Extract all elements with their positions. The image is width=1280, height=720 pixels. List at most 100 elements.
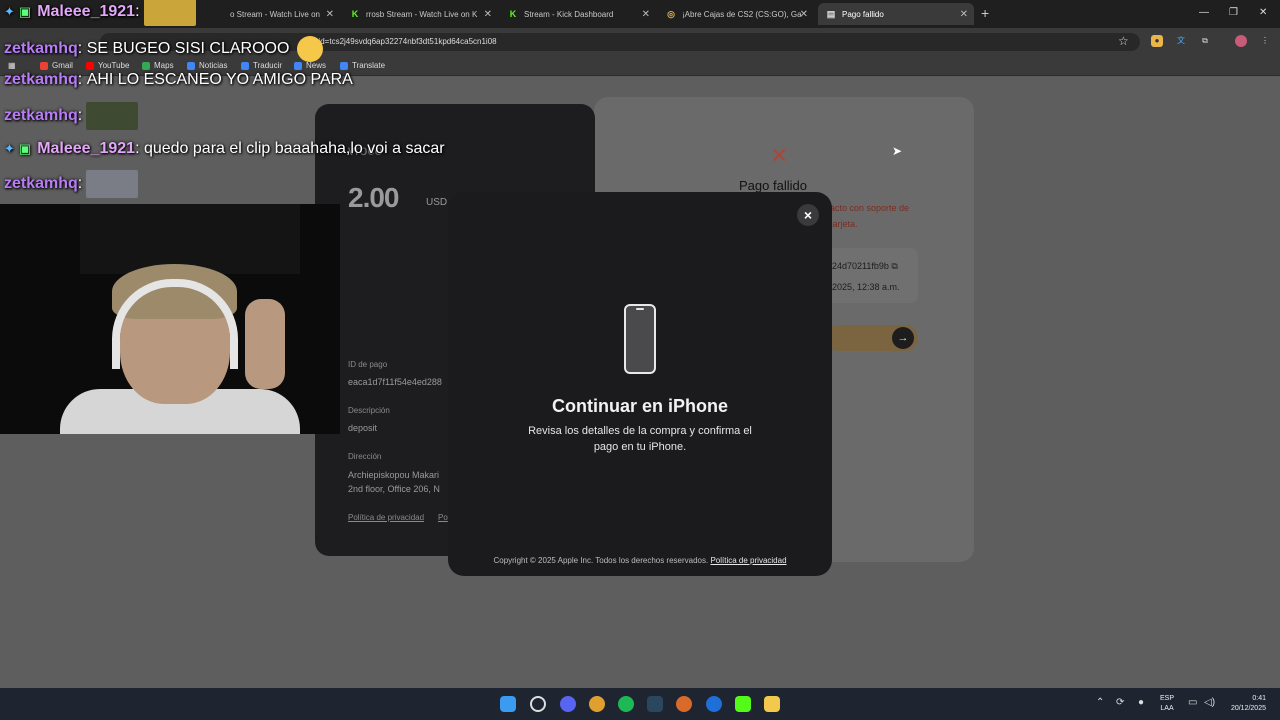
minimize-icon[interactable]: — xyxy=(1199,7,1209,18)
chat-message: ✦ ▣ Maleee_1921: xyxy=(4,0,196,26)
bookmark-label: Maps xyxy=(154,61,174,70)
menu-icon[interactable]: ⋮ xyxy=(1259,35,1271,47)
transaction-box xyxy=(818,248,918,303)
news-icon xyxy=(294,61,302,70)
chevron-up-icon[interactable]: ⌃ xyxy=(1096,697,1104,708)
description-value: deposit xyxy=(348,423,378,433)
iphone-icon xyxy=(624,304,656,374)
modal-privacy-link[interactable]: Política de privacidad xyxy=(710,556,786,565)
payment-currency: USD xyxy=(426,197,448,208)
close-icon[interactable]: ✕ xyxy=(326,9,334,20)
bookmark-noticias[interactable]: Noticias xyxy=(187,61,227,70)
folder-icon[interactable] xyxy=(764,696,780,712)
app-icon[interactable] xyxy=(530,696,546,712)
bookmark-label: Noticias xyxy=(199,61,228,70)
network-icon[interactable]: ▭ xyxy=(1188,697,1197,708)
translate-icon xyxy=(241,61,249,70)
volume-icon[interactable]: ◁) xyxy=(1204,697,1215,708)
bookmark-traducir[interactable]: Traducir xyxy=(241,61,282,70)
close-icon[interactable]: ✕ xyxy=(642,9,650,20)
tab-kick-stream-1[interactable]: o Stream - Watch Live on ✕ xyxy=(222,3,340,25)
tab-label: o Stream - Watch Live on xyxy=(230,9,320,19)
translate-icon xyxy=(340,61,348,70)
modal-title: Continuar en iPhone xyxy=(551,396,728,416)
close-icon[interactable]: ✕ xyxy=(960,9,968,20)
browser-icon[interactable] xyxy=(706,696,722,712)
tab-cs2-cases[interactable]: ◎ ¡Abre Cajas de CS2 (CS:GO), Ga ✕ xyxy=(658,3,814,25)
start-icon[interactable] xyxy=(500,696,516,712)
windows-taskbar: ⌃ ⟳ ● ▭ ◁) xyxy=(0,688,1280,720)
apps-grid-icon[interactable]: ▦ xyxy=(8,61,16,70)
description-label: Descripción xyxy=(348,406,390,415)
bookmark-translate[interactable]: Translate xyxy=(340,61,385,70)
language-indicator[interactable]: ESP LAA xyxy=(1160,694,1174,714)
status-message: acto con soporte de tarjeta. xyxy=(830,203,910,229)
close-icon[interactable]: ✕ xyxy=(484,9,492,20)
chrome-icon[interactable] xyxy=(589,696,605,712)
modal-body: Revisa los detalles de la compra y confi… xyxy=(528,425,752,453)
bookmark-maps[interactable]: Maps xyxy=(142,61,174,70)
payment-id-value: eaca1d7f11f54e4ed288 xyxy=(348,377,442,387)
transaction-id-text: 24d70211fb9b xyxy=(832,261,889,271)
chat-text: SE BUGEO SISI CLAROOO xyxy=(86,40,290,57)
bookmark-label: Translate xyxy=(352,61,386,70)
gmail-icon xyxy=(40,61,48,70)
chat-text: quedo para el clip baaahaha,lo voi a sac… xyxy=(143,140,445,157)
close-window-icon[interactable]: ✕ xyxy=(1259,7,1267,18)
subscriber-badge-icon: ▣ xyxy=(18,4,32,19)
bookmark-youtube[interactable]: YouTube xyxy=(86,61,129,70)
tab-kick-stream-2[interactable]: K rrosb Stream - Watch Live on K ✕ xyxy=(342,3,498,25)
steam-icon[interactable] xyxy=(647,696,663,712)
sync-icon[interactable]: ⟳ xyxy=(1116,697,1124,708)
new-tab-button[interactable]: + xyxy=(981,5,989,21)
phone-notch xyxy=(636,308,644,310)
tab-pago-fallido[interactable]: ▤ Pago fallido ✕ xyxy=(818,3,974,25)
tab-label: Pago fallido xyxy=(842,9,884,19)
microphone-icon[interactable]: ● xyxy=(1138,697,1144,708)
kick-icon[interactable] xyxy=(735,696,751,712)
system-clock[interactable]: 0:41 20/12/2025 xyxy=(1222,694,1266,714)
restore-icon[interactable]: ❐ xyxy=(1229,7,1238,18)
emote-image xyxy=(86,170,139,198)
bookmark-news[interactable]: News xyxy=(294,61,326,70)
translate-extension-icon[interactable]: 文 xyxy=(1175,35,1187,47)
tab-label: rrosb Stream - Watch Live on K xyxy=(366,9,478,19)
address-line-1: Archiepiskopou Makari xyxy=(348,470,440,480)
tab-label: ¡Abre Cajas de CS2 (CS:GO), Ga xyxy=(682,9,802,19)
puzzle-icon[interactable]: ⧉ xyxy=(1199,35,1211,47)
chat-message: zetkamhq: xyxy=(4,170,139,198)
continue-on-iphone-modal xyxy=(448,192,832,576)
tab-kick-dashboard[interactable]: K Stream - Kick Dashboard ✕ xyxy=(500,3,656,25)
error-x-icon: ✕ xyxy=(770,143,789,168)
arrow-right-icon[interactable]: → xyxy=(892,327,914,349)
transaction-date: 2025, 12:38 a.m. xyxy=(832,282,900,292)
sword-badge-icon: ✦ xyxy=(4,4,15,19)
payment-id-label: ID de pago xyxy=(348,360,388,369)
avatar[interactable] xyxy=(1235,35,1247,47)
language-layout: LAA xyxy=(1160,705,1174,712)
bookmark-gmail[interactable]: Gmail xyxy=(40,61,73,70)
bookmark-label: News xyxy=(306,61,327,70)
chat-text: AHI LO ESCANEO YO AMIGO PARA xyxy=(86,71,353,88)
chat-username: zetkamhq xyxy=(4,71,78,88)
chat-username: zetkamhq xyxy=(4,175,78,192)
discord-icon[interactable] xyxy=(560,696,576,712)
star-icon[interactable]: ☆ xyxy=(1118,34,1129,48)
spotify-icon[interactable] xyxy=(618,696,634,712)
emote-image xyxy=(86,102,139,130)
bookmark-label: Traducir xyxy=(253,61,283,70)
chat-username: Maleee_1921 xyxy=(37,140,136,157)
extension-icon[interactable]: ● xyxy=(1151,35,1163,47)
close-icon[interactable]: ✕ xyxy=(800,9,808,20)
modal-close-button[interactable]: × xyxy=(797,204,819,226)
copy-icon[interactable]: ⧉ xyxy=(891,261,897,271)
game-launcher-icon[interactable] xyxy=(676,696,692,712)
emote-image xyxy=(143,0,196,26)
policy-link[interactable]: Po xyxy=(438,513,448,522)
modal-footer: Copyright © 2025 Apple Inc. Todos los de… xyxy=(448,556,832,565)
privacy-policy-link[interactable]: Política de privacidad xyxy=(348,513,424,522)
sword-badge-icon: ✦ xyxy=(4,141,15,156)
bookmark-label: YouTube xyxy=(98,61,130,70)
emoji-emote xyxy=(297,36,324,62)
payment-amount: 2.00 xyxy=(348,182,399,213)
